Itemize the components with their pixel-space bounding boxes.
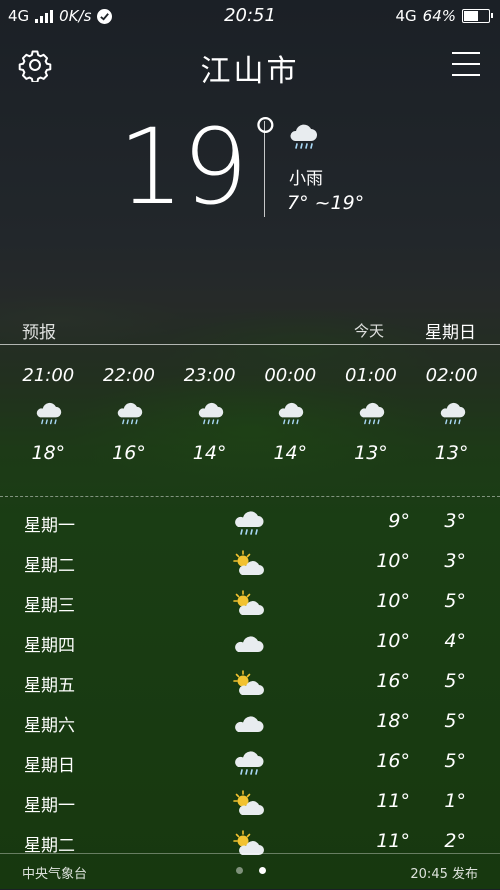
day-high: 16°	[376, 670, 410, 692]
day-name: 星期六	[24, 716, 75, 736]
current-temperature: 19°	[118, 105, 280, 229]
hour-item: 21:00 18°	[8, 365, 89, 485]
day-name: 星期日	[24, 756, 75, 776]
hour-temp: 16°	[112, 442, 146, 464]
divider	[264, 121, 265, 217]
battery-percent: 64%	[422, 7, 456, 25]
hour-temp: 13°	[434, 442, 469, 464]
hour-time: 23:00	[183, 365, 236, 386]
day-name: 星期一	[24, 796, 75, 816]
hour-item: 02:00 13°	[411, 365, 492, 485]
day-low: 5°	[444, 710, 466, 732]
current-weather: 19° 小雨 7° ~19°	[0, 105, 500, 235]
hour-time: 01:00	[345, 365, 397, 386]
partly-cloudy-icon	[233, 550, 264, 575]
day-row: 星期一 9° 3°	[0, 505, 500, 545]
hour-time: 02:00	[425, 365, 478, 386]
app-header: 江山市	[0, 40, 500, 90]
rain-cloud-icon	[117, 402, 143, 425]
rain-cloud-icon	[37, 402, 62, 425]
hour-item: 23:00 14°	[169, 365, 250, 485]
day-name: 星期四	[24, 636, 75, 656]
status-bar: 4G 0K/s 20:51 4G 64%	[0, 0, 500, 32]
hour-time: 21:00	[22, 365, 75, 386]
day-low: 5°	[444, 750, 466, 772]
partly-cloudy-icon	[233, 790, 264, 815]
day-row: 星期一 11° 1°	[0, 785, 500, 825]
day-row: 星期二 10° 3°	[0, 545, 500, 585]
hour-temp: 14°	[273, 442, 308, 464]
day-row: 星期六 18° 5°	[0, 705, 500, 745]
day-low: 5°	[444, 590, 466, 612]
day-name: 星期一	[24, 516, 75, 536]
day-low: 1°	[444, 790, 466, 812]
day-low: 3°	[444, 550, 466, 572]
day-high: 11°	[376, 790, 410, 812]
day-name: 星期五	[24, 676, 75, 696]
rain-cloud-icon	[235, 511, 264, 535]
rain-cloud-icon	[235, 751, 264, 775]
day-high: 18°	[376, 710, 410, 732]
partly-cloudy-icon	[233, 670, 264, 695]
temp-value: 19	[118, 106, 248, 228]
day-low: 4°	[444, 630, 466, 652]
daily-forecast[interactable]: 星期一 9° 3° 星期二 10° 3° 星期三 10° 5° 星期四 10° …	[0, 505, 500, 865]
day-high: 16°	[376, 750, 410, 772]
page-dot[interactable]	[236, 867, 243, 874]
cloud-icon	[235, 636, 264, 652]
page-dot-active[interactable]	[259, 867, 266, 874]
page-indicator[interactable]	[236, 867, 266, 874]
status-right: 4G 64%	[395, 7, 493, 25]
light-rain-icon	[290, 124, 317, 149]
day-high: 10°	[376, 590, 410, 612]
hour-item: 22:00 16°	[89, 365, 170, 485]
divider	[0, 344, 500, 345]
today-label: 今天	[354, 322, 385, 340]
rain-cloud-icon	[279, 402, 304, 425]
cloud-icon	[235, 716, 264, 732]
partly-cloudy-icon	[233, 590, 264, 615]
current-condition: 小雨	[289, 169, 323, 189]
day-high: 9°	[388, 510, 410, 532]
day-low: 5°	[444, 670, 466, 692]
day-row: 星期三 10° 5°	[0, 585, 500, 625]
hour-item: 01:00 13°	[331, 365, 412, 485]
rain-cloud-icon	[198, 402, 223, 425]
hour-temp: 18°	[31, 442, 66, 464]
day-low: 2°	[444, 830, 466, 852]
footer: 中央气象台 20:45 发布	[0, 853, 500, 890]
day-row: 星期五 16° 5°	[0, 665, 500, 705]
forecast-label: 预报	[22, 323, 56, 343]
publish-time: 20:45 发布	[410, 867, 478, 882]
weekday-label: 星期日	[425, 323, 476, 343]
day-name: 星期三	[24, 596, 75, 616]
hour-time: 00:00	[264, 365, 317, 386]
day-high: 10°	[376, 550, 410, 572]
network-type-right: 4G	[395, 7, 417, 25]
hour-temp: 13°	[354, 442, 388, 464]
rain-cloud-icon	[440, 402, 465, 425]
forecast-header: 预报 今天 星期日	[0, 316, 500, 344]
hour-item: 00:00 14°	[250, 365, 331, 485]
day-high: 11°	[376, 830, 410, 852]
data-source: 中央气象台	[22, 867, 88, 882]
day-low: 3°	[444, 510, 466, 532]
battery-icon	[462, 9, 493, 23]
hourly-forecast[interactable]: 21:00 18° 22:00 16° 23:00 14° 00:00 14° …	[8, 365, 492, 485]
day-high: 10°	[376, 630, 410, 652]
hour-time: 22:00	[103, 365, 155, 386]
rain-cloud-icon	[359, 402, 385, 425]
city-name[interactable]: 江山市	[0, 46, 500, 90]
divider	[0, 496, 500, 497]
battery-fill	[464, 11, 479, 21]
hour-temp: 14°	[192, 442, 227, 464]
current-range: 7° ~19°	[287, 192, 365, 214]
day-row: 星期四 10° 4°	[0, 625, 500, 665]
day-row: 星期日 16° 5°	[0, 745, 500, 785]
menu-icon[interactable]	[452, 52, 480, 76]
day-name: 星期二	[24, 556, 75, 576]
